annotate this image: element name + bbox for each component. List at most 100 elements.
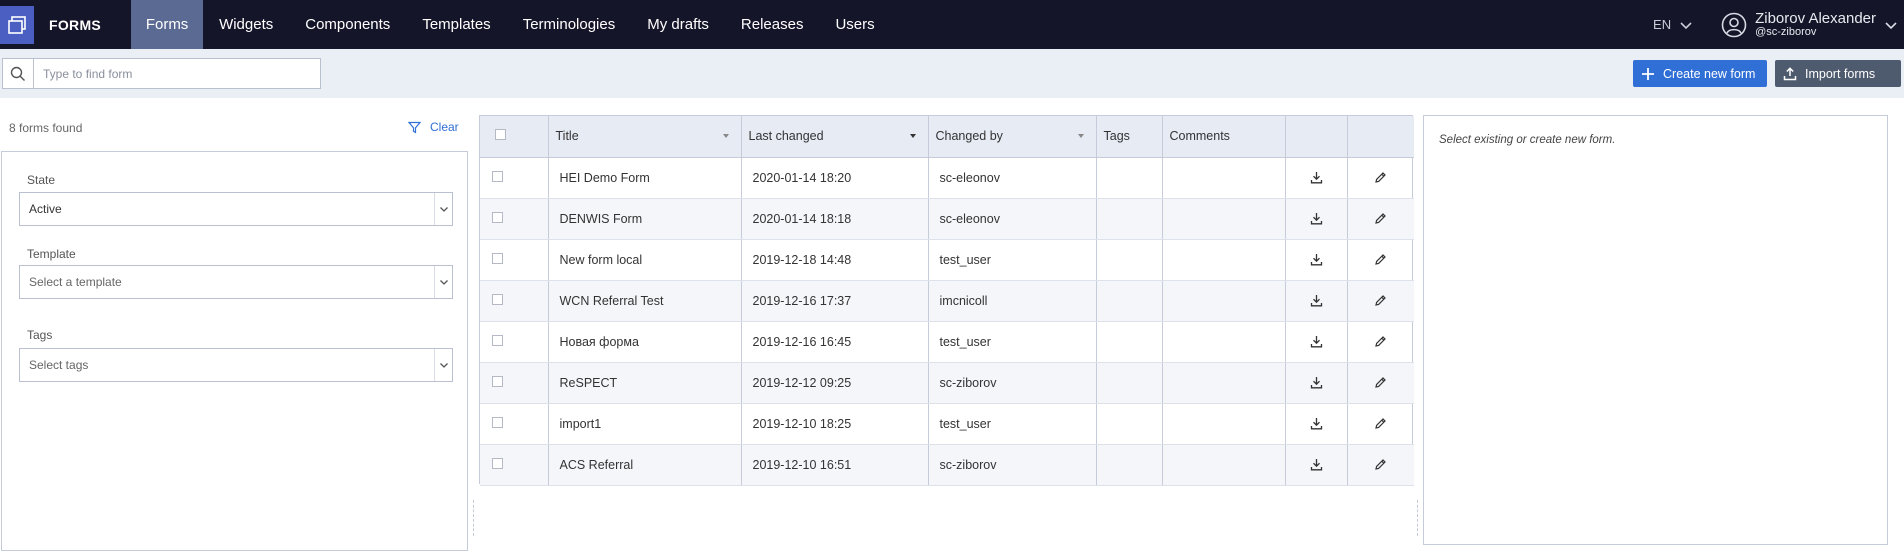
download-icon[interactable]	[1286, 171, 1347, 184]
download-cell[interactable]	[1285, 321, 1348, 363]
edit-pencil-icon[interactable]	[1348, 253, 1415, 266]
table-row[interactable]: WCN Referral Test 2019-12-16 17:37 imcnico…	[480, 280, 1415, 322]
download-cell[interactable]	[1285, 444, 1348, 486]
download-icon[interactable]	[1286, 376, 1347, 389]
edit-pencil-icon[interactable]	[1348, 171, 1415, 184]
nav-item-components[interactable]: Components	[289, 0, 406, 49]
edit-cell[interactable]	[1347, 280, 1415, 322]
download-cell[interactable]	[1285, 403, 1348, 445]
form-title-cell[interactable]: DENWIS Form	[548, 198, 742, 240]
table-row[interactable]: HEI Demo Form 2020-01-14 18:20 sc-eleonov	[480, 157, 1415, 199]
edit-pencil-icon[interactable]	[1348, 212, 1415, 225]
search-input[interactable]	[34, 66, 314, 81]
download-cell[interactable]	[1285, 239, 1348, 281]
download-icon[interactable]	[1286, 253, 1347, 266]
search-box[interactable]	[2, 58, 321, 89]
row-select-cell[interactable]	[480, 321, 549, 363]
form-title-cell[interactable]: Новая форма	[548, 321, 742, 363]
user-avatar-icon[interactable]	[1721, 12, 1747, 38]
row-select-cell[interactable]	[480, 362, 549, 404]
table-row[interactable]: ACS Referral 2019-12-10 16:51 sc-ziborov	[480, 444, 1415, 486]
row-checkbox[interactable]	[492, 416, 503, 428]
language-selector[interactable]: EN	[1653, 17, 1671, 32]
form-title-cell[interactable]: New form local	[548, 239, 742, 281]
edit-pencil-icon[interactable]	[1348, 294, 1415, 307]
row-select-cell[interactable]	[480, 198, 549, 240]
edit-cell[interactable]	[1347, 239, 1415, 281]
edit-cell[interactable]	[1347, 362, 1415, 404]
nav-item-templates[interactable]: Templates	[406, 0, 506, 49]
nav-item-terminologies[interactable]: Terminologies	[507, 0, 632, 49]
sort-icon[interactable]	[722, 134, 729, 138]
last-changed-cell: 2019-12-16 17:37	[741, 280, 929, 322]
changed-by-cell: imcnicoll	[928, 280, 1097, 322]
table-row[interactable]: ReSPECT 2019-12-12 09:25 sc-ziborov	[480, 362, 1415, 404]
chevron-down-icon[interactable]	[434, 266, 452, 298]
edit-pencil-icon[interactable]	[1348, 458, 1415, 471]
edit-pencil-icon[interactable]	[1348, 417, 1415, 430]
column-header-changed-by[interactable]: Changed by	[928, 116, 1097, 158]
form-title-cell[interactable]: ReSPECT	[548, 362, 742, 404]
table-row[interactable]: DENWIS Form 2020-01-14 18:18 sc-eleonov	[480, 198, 1415, 240]
template-select[interactable]: Select a template	[19, 265, 453, 299]
edit-cell[interactable]	[1347, 198, 1415, 240]
row-checkbox[interactable]	[492, 334, 503, 346]
chevron-down-icon[interactable]	[434, 349, 452, 381]
row-checkbox[interactable]	[492, 375, 503, 387]
user-menu[interactable]: Ziborov Alexander @sc-ziborov	[1755, 11, 1876, 38]
row-checkbox[interactable]	[492, 457, 503, 469]
row-select-cell[interactable]	[480, 403, 549, 445]
table-row[interactable]: Новая форма 2019-12-16 16:45 test_user	[480, 321, 1415, 363]
chevron-down-icon[interactable]	[1884, 18, 1898, 32]
download-icon[interactable]	[1286, 417, 1347, 430]
chevron-down-icon[interactable]	[434, 193, 452, 225]
download-icon[interactable]	[1286, 335, 1347, 348]
table-row[interactable]: import1 2019-12-10 18:25 test_user	[480, 403, 1415, 445]
state-select[interactable]: Active	[19, 192, 453, 226]
row-checkbox[interactable]	[492, 170, 503, 182]
download-icon[interactable]	[1286, 212, 1347, 225]
download-cell[interactable]	[1285, 280, 1348, 322]
form-title-cell[interactable]: import1	[548, 403, 742, 445]
row-select-cell[interactable]	[480, 157, 549, 199]
clear-filters-button[interactable]: Clear	[408, 120, 459, 134]
download-icon[interactable]	[1286, 294, 1347, 307]
edit-cell[interactable]	[1347, 321, 1415, 363]
edit-pencil-icon[interactable]	[1348, 335, 1415, 348]
nav-item-my-drafts[interactable]: My drafts	[631, 0, 725, 49]
app-logo[interactable]	[0, 5, 34, 44]
sort-icon[interactable]	[909, 134, 916, 138]
row-select-cell[interactable]	[480, 444, 549, 486]
column-header-last-changed[interactable]: Last changed	[741, 116, 929, 158]
download-cell[interactable]	[1285, 198, 1348, 240]
form-title-cell[interactable]: ACS Referral	[548, 444, 742, 486]
edit-cell[interactable]	[1347, 157, 1415, 199]
nav-item-forms[interactable]: Forms	[131, 0, 204, 49]
create-form-button[interactable]: Create new form	[1633, 60, 1767, 87]
row-select-cell[interactable]	[480, 239, 549, 281]
chevron-down-icon[interactable]	[1679, 18, 1693, 32]
nav-item-widgets[interactable]: Widgets	[203, 0, 289, 49]
column-header-title[interactable]: Title	[548, 116, 742, 158]
select-all-header[interactable]	[480, 116, 549, 158]
edit-pencil-icon[interactable]	[1348, 376, 1415, 389]
search-icon[interactable]	[3, 59, 34, 88]
nav-item-users[interactable]: Users	[819, 0, 890, 49]
form-title-cell[interactable]: HEI Demo Form	[548, 157, 742, 199]
row-checkbox[interactable]	[492, 293, 503, 305]
select-all-checkbox[interactable]	[495, 129, 506, 141]
row-checkbox[interactable]	[492, 211, 503, 223]
sort-icon[interactable]	[1077, 134, 1084, 138]
download-cell[interactable]	[1285, 157, 1348, 199]
download-cell[interactable]	[1285, 362, 1348, 404]
tags-select[interactable]: Select tags	[19, 348, 453, 382]
row-select-cell[interactable]	[480, 280, 549, 322]
edit-cell[interactable]	[1347, 444, 1415, 486]
import-forms-button[interactable]: Import forms	[1775, 60, 1901, 87]
row-checkbox[interactable]	[492, 252, 503, 264]
form-title-cell[interactable]: WCN Referral Test	[548, 280, 742, 322]
edit-cell[interactable]	[1347, 403, 1415, 445]
download-icon[interactable]	[1286, 458, 1347, 471]
table-row[interactable]: New form local 2019-12-18 14:48 test_user	[480, 239, 1415, 281]
nav-item-releases[interactable]: Releases	[725, 0, 820, 49]
